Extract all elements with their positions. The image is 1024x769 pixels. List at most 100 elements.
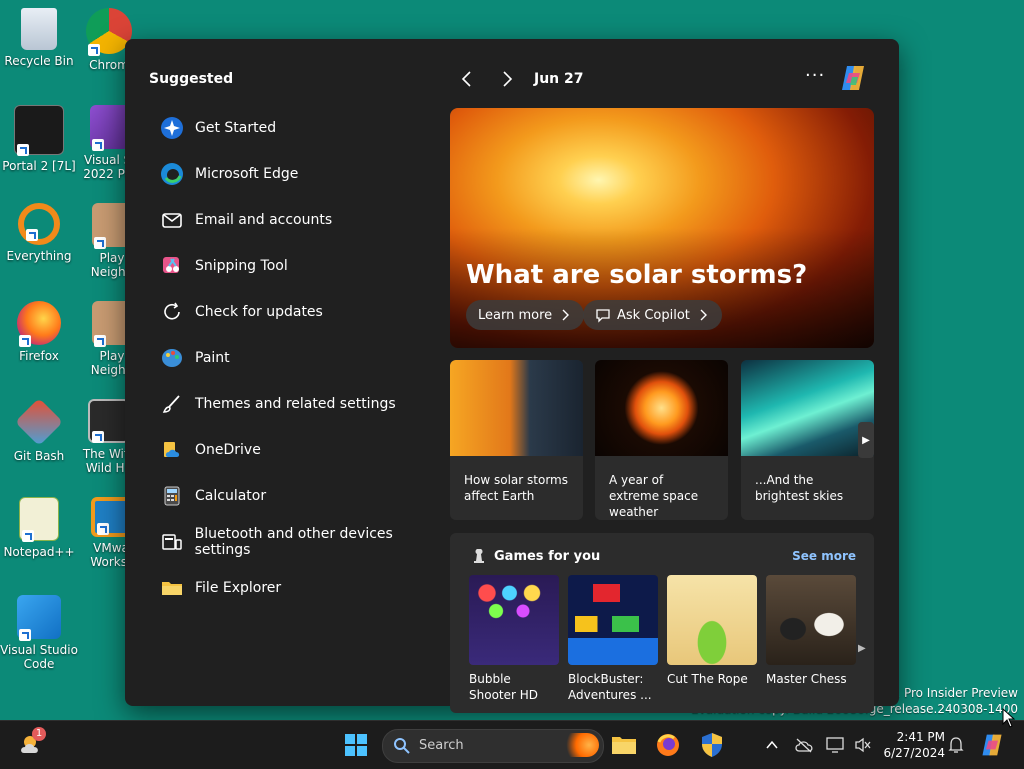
suggested-item-paint[interactable]: Paint xyxy=(149,335,449,381)
mail-icon xyxy=(159,207,185,233)
suggested-item-label: Check for updates xyxy=(195,304,323,320)
suggested-item-themes[interactable]: Themes and related settings xyxy=(149,381,449,427)
network-tray-button[interactable] xyxy=(820,729,850,761)
suggested-item-label: Calculator xyxy=(195,488,267,504)
next-cards-button[interactable]: ▶ xyxy=(858,422,874,458)
game-title: Bubble Shooter HD xyxy=(469,672,539,702)
desktop-icon-label: Visual Studio Code xyxy=(0,643,78,671)
suggested-item-bluetooth-devices[interactable]: Bluetooth and other devices settings xyxy=(149,519,449,565)
games-section: Games for you See more Bubble Shooter HD… xyxy=(450,533,874,713)
desktop-icon-portal2[interactable]: Portal 2 [7L] xyxy=(0,105,81,173)
desktop-icon-firefox[interactable]: Firefox xyxy=(0,301,81,363)
notepad-plus-icon xyxy=(19,497,59,542)
game-tile-master-chess[interactable]: Master Chess xyxy=(766,575,856,687)
visual-studio-icon xyxy=(90,105,130,151)
learn-more-button[interactable]: Learn more xyxy=(466,300,585,330)
chat-icon xyxy=(596,309,610,323)
cloud-offline-icon xyxy=(795,738,813,753)
clock-date: 6/27/2024 xyxy=(883,746,945,760)
news-card[interactable]: A year of extreme space weather xyxy=(595,360,728,520)
chevron-right-icon xyxy=(503,71,513,87)
suggested-item-label: Paint xyxy=(195,350,230,366)
suggested-item-onedrive[interactable]: OneDrive xyxy=(149,427,449,473)
show-hidden-icons-button[interactable] xyxy=(757,729,787,761)
game-title: Cut The Rope xyxy=(667,672,748,686)
news-card-caption: ...And the brightest skies xyxy=(755,473,844,503)
taskbar-security[interactable] xyxy=(696,729,728,761)
desktop-icon-label: Notepad++ xyxy=(3,545,75,559)
devices-icon xyxy=(159,529,185,555)
news-card-image xyxy=(741,360,874,456)
game-tile-blockbuster[interactable]: BlockBuster: Adventures ... xyxy=(568,575,658,703)
game-thumbnail xyxy=(667,575,757,665)
desktop-icon-label: Git Bash xyxy=(13,449,65,463)
witcher-icon xyxy=(88,399,130,443)
windows-logo-icon xyxy=(345,734,367,756)
mouse-cursor-icon xyxy=(1002,708,1016,728)
desktop-icon-vscode[interactable]: Visual Studio Code xyxy=(0,595,81,671)
suggested-item-label: Get Started xyxy=(195,120,277,136)
desktop-icon-everything[interactable]: Everything xyxy=(0,203,81,263)
suggested-item-calculator[interactable]: Calculator xyxy=(149,473,449,519)
next-button[interactable] xyxy=(497,69,517,89)
suggested-item-label: OneDrive xyxy=(195,442,261,458)
shield-icon xyxy=(702,733,722,757)
folder-icon xyxy=(159,575,185,601)
news-card-image xyxy=(595,360,728,456)
chevron-left-icon xyxy=(461,71,471,87)
notifications-button[interactable] xyxy=(942,729,970,761)
suggested-item-file-explorer[interactable]: File Explorer xyxy=(149,565,449,611)
suggested-item-label: Bluetooth and other devices settings xyxy=(194,526,393,558)
hero-card[interactable]: What are solar storms? Learn more Ask Co… xyxy=(450,108,874,348)
search-highlight-icon xyxy=(559,733,599,757)
calculator-icon xyxy=(159,483,185,509)
bell-icon xyxy=(948,737,964,753)
suggested-item-label: Email and accounts xyxy=(195,212,333,228)
paint-icon xyxy=(159,345,185,371)
taskbar-clock[interactable]: 2:41 PM 6/27/2024 xyxy=(883,729,945,761)
folder-icon xyxy=(612,737,636,754)
display-icon xyxy=(826,737,844,753)
copilot-icon[interactable] xyxy=(838,63,868,93)
weather-widget-button[interactable]: 1 xyxy=(16,727,48,761)
search-input[interactable] xyxy=(417,737,561,754)
taskbar-firefox[interactable] xyxy=(652,729,684,761)
games-heading: Games for you xyxy=(494,549,601,564)
everything-icon xyxy=(18,203,60,245)
copilot-taskbar-button[interactable] xyxy=(976,729,1008,761)
news-card-caption: How solar storms affect Earth xyxy=(464,473,568,503)
suggested-item-check-updates[interactable]: Check for updates xyxy=(149,289,449,335)
hero-title: What are solar storms? xyxy=(466,260,808,290)
suggested-item-email-accounts[interactable]: Email and accounts xyxy=(149,197,449,243)
game-tile-cut-the-rope[interactable]: Cut The Rope xyxy=(667,575,757,687)
news-card-image xyxy=(450,360,583,456)
previous-button[interactable] xyxy=(457,69,477,89)
desktop-icon-label: Recycle Bin xyxy=(4,54,74,68)
suggested-list: Get Started Microsoft Edge Email and acc… xyxy=(149,105,449,611)
more-options-button[interactable]: ··· xyxy=(805,65,825,86)
suggested-item-snipping-tool[interactable]: Snipping Tool xyxy=(149,243,449,289)
news-card[interactable]: ...And the brightest skies xyxy=(741,360,874,520)
taskbar-search[interactable] xyxy=(382,729,604,763)
news-card[interactable]: How solar storms affect Earth xyxy=(450,360,583,520)
suggested-item-get-started[interactable]: Get Started xyxy=(149,105,449,151)
desktop-icon-notepad-plus[interactable]: Notepad++ xyxy=(0,497,81,559)
desktop-icon-recycle-bin[interactable]: Recycle Bin xyxy=(0,8,81,68)
ask-copilot-button[interactable]: Ask Copilot xyxy=(583,300,722,330)
suggested-item-label: Microsoft Edge xyxy=(195,166,299,182)
git-bash-icon xyxy=(14,397,64,447)
taskbar-file-explorer[interactable] xyxy=(608,729,640,761)
news-card-caption: A year of extreme space weather xyxy=(609,473,699,519)
volume-tray-button[interactable] xyxy=(848,729,878,761)
onedrive-tray-button[interactable] xyxy=(789,729,819,761)
chevron-right-icon xyxy=(700,309,707,321)
start-button[interactable] xyxy=(340,729,372,761)
desktop-icon-label: Chrom xyxy=(89,58,129,72)
see-more-link[interactable]: See more xyxy=(792,549,856,563)
widgets-date: Jun 27 xyxy=(534,71,584,87)
notification-badge: 1 xyxy=(32,727,46,741)
suggested-item-microsoft-edge[interactable]: Microsoft Edge xyxy=(149,151,449,197)
triangle-right-icon[interactable]: ▶ xyxy=(858,643,866,654)
game-tile-bubble-shooter[interactable]: Bubble Shooter HD xyxy=(469,575,559,703)
desktop-icon-git-bash[interactable]: Git Bash xyxy=(0,397,81,463)
